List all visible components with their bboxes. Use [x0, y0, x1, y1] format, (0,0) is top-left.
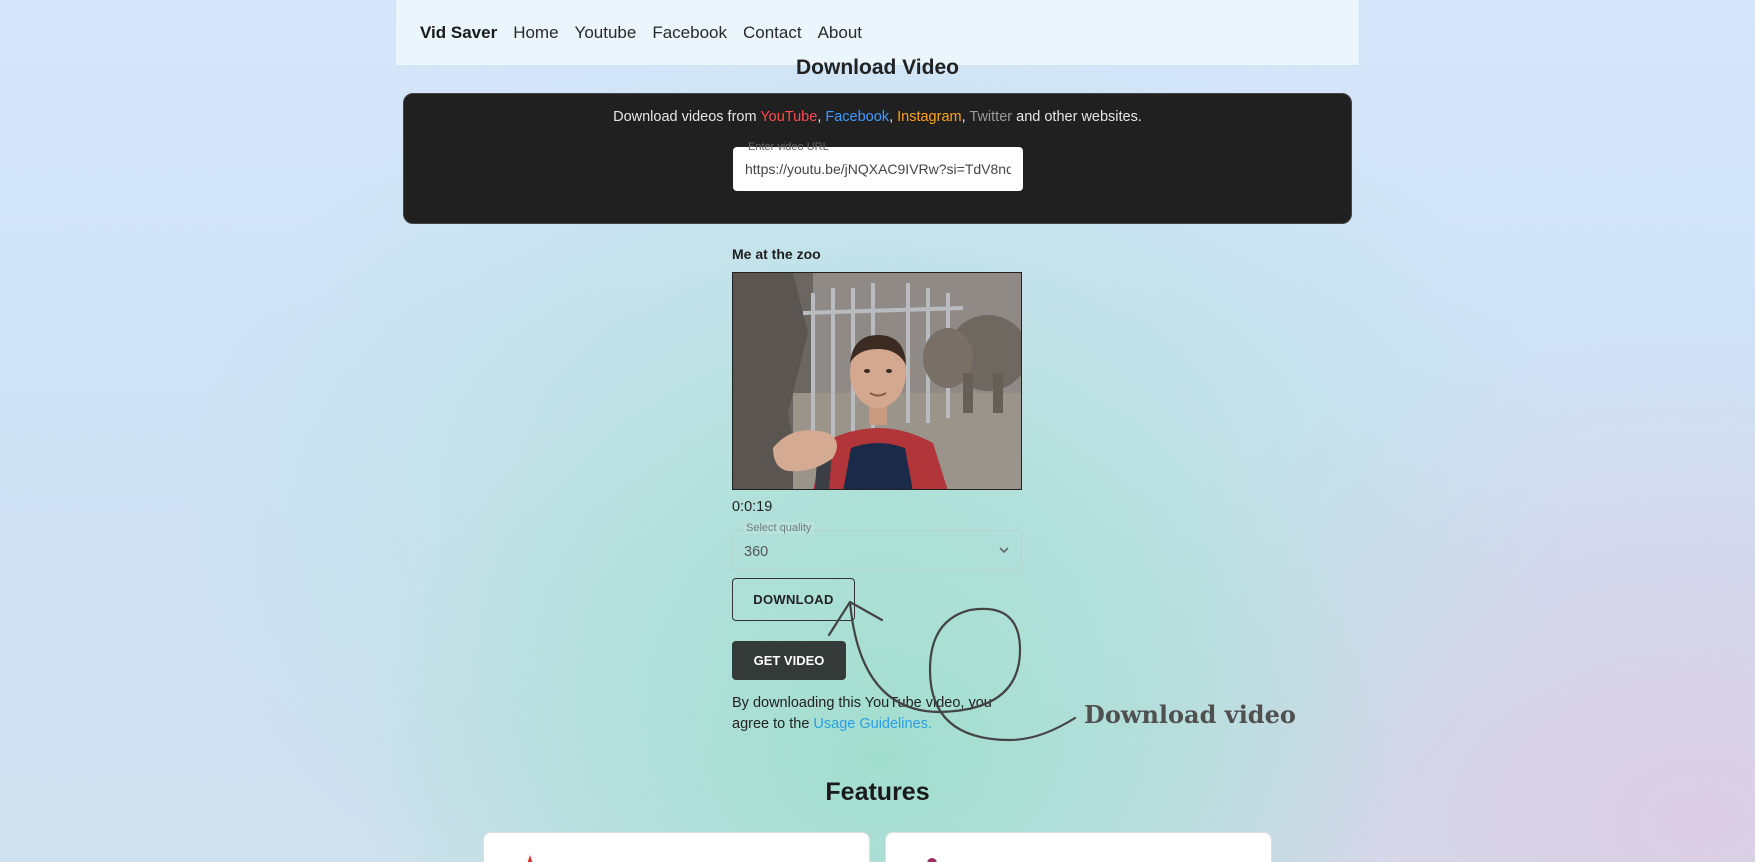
video-thumbnail[interactable]	[732, 272, 1022, 490]
brand-logo[interactable]: Vid Saver	[420, 23, 497, 43]
nav-facebook[interactable]: Facebook	[652, 23, 727, 43]
video-duration: 0:0:19	[732, 499, 773, 515]
supported-sites-text: Download videos from YouTube, Facebook, …	[404, 109, 1351, 125]
site-instagram: Instagram	[897, 109, 962, 125]
thumbnail-image	[733, 273, 1021, 489]
separator: ,	[889, 109, 898, 125]
site-twitter: Twitter	[969, 109, 1013, 125]
quality-label: Select quality	[743, 522, 815, 534]
nav-about[interactable]: About	[818, 23, 862, 43]
quality-value: 360	[744, 544, 769, 560]
nav-home[interactable]: Home	[513, 23, 558, 43]
site-youtube: YouTube	[760, 109, 818, 125]
nav-contact[interactable]: Contact	[743, 23, 802, 43]
feature-card	[885, 832, 1272, 862]
page-heading: Download Video	[796, 56, 959, 79]
site-facebook: Facebook	[825, 109, 890, 125]
download-button[interactable]: DOWNLOAD	[732, 578, 855, 621]
video-title: Me at the zoo	[732, 246, 821, 262]
feature-icon	[527, 855, 533, 862]
video-url-input[interactable]	[733, 147, 1023, 191]
hero-outro: and other websites.	[1012, 109, 1142, 125]
hero-panel: Download videos from YouTube, Facebook, …	[403, 93, 1352, 224]
usage-guidelines-link[interactable]: Usage Guidelines.	[813, 716, 932, 732]
feature-icon	[927, 858, 937, 862]
terms-text: By downloading this YouTube video, you a…	[732, 693, 1002, 735]
features-heading: Features	[825, 778, 930, 806]
hero-intro: Download videos from	[613, 109, 761, 125]
get-video-button[interactable]: GET VIDEO	[732, 641, 846, 680]
nav-youtube[interactable]: Youtube	[575, 23, 637, 43]
url-field-label: Enter video URL	[748, 141, 829, 153]
annotation-label: Download video	[1084, 700, 1296, 729]
quality-select[interactable]: Select quality 360	[732, 522, 1022, 570]
feature-card	[483, 832, 870, 862]
chevron-down-icon	[999, 547, 1009, 554]
